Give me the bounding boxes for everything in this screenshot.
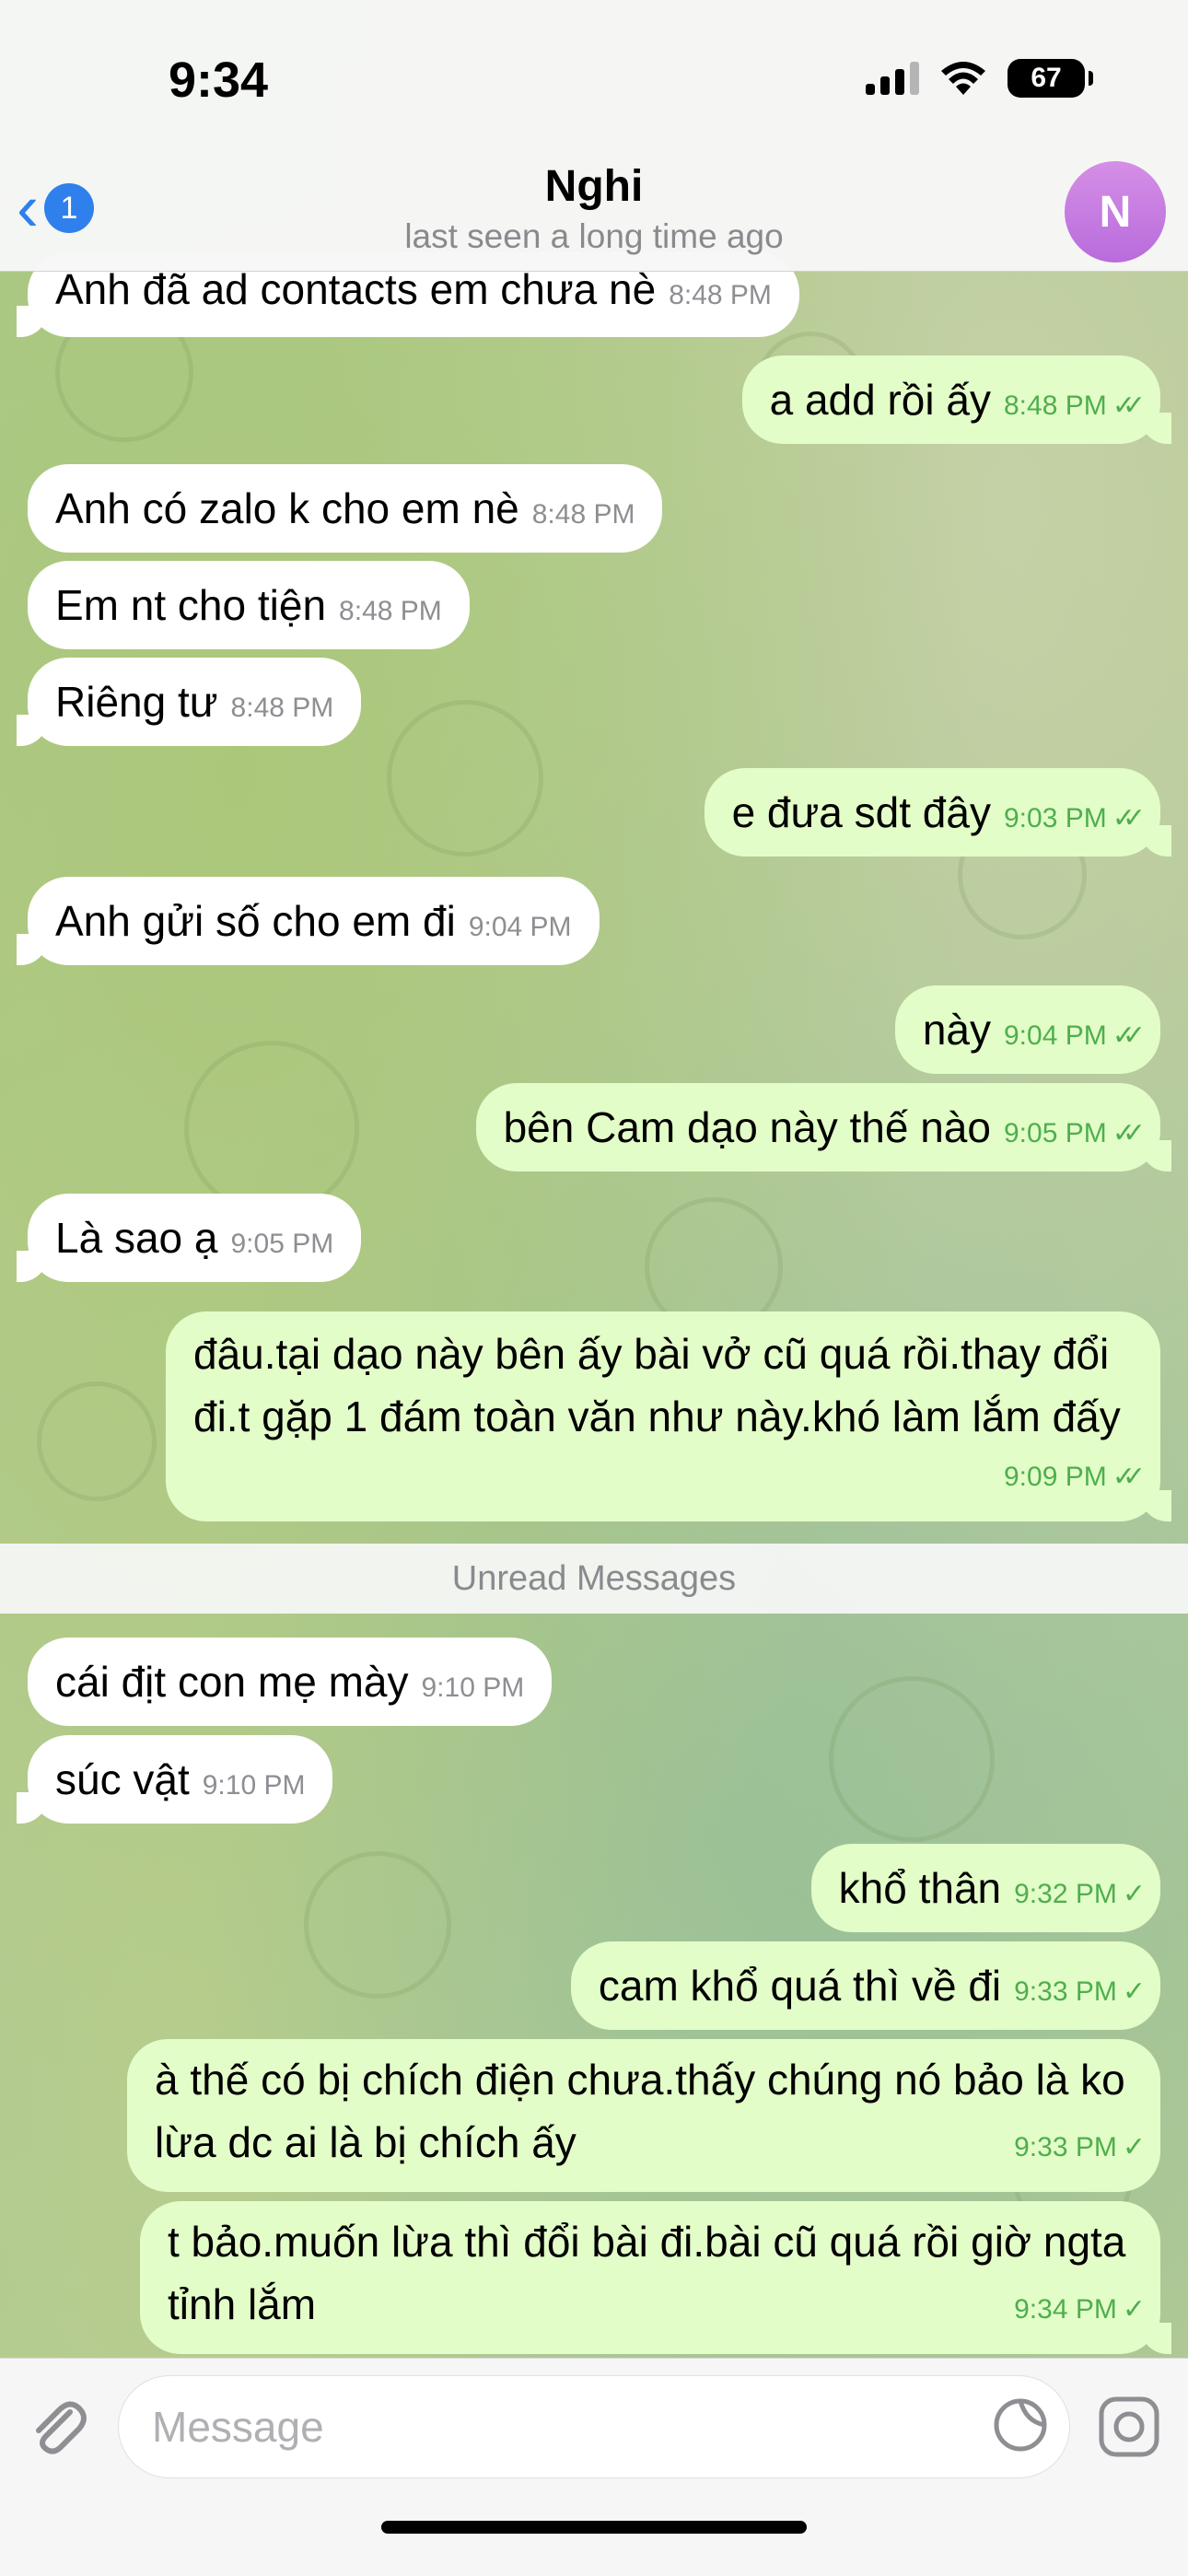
message-bubble-outgoing[interactable]: cam khổ quá thì về đi 9:33 PM ✓ — [570, 1941, 1160, 2030]
message-time: 9:34 PM — [1014, 2294, 1117, 2325]
message-meta: 9:34 PM ✓ — [1014, 2279, 1146, 2341]
message-bubble-incoming[interactable]: Là sao ạ 9:05 PM — [16, 1194, 362, 1282]
message-meta: 8:48 PM ✓✓ — [1003, 362, 1146, 450]
double-check-icon: ✓✓ — [1112, 803, 1146, 833]
message-text: cam khổ quá thì về đi — [598, 1962, 1002, 2010]
double-check-icon: ✓✓ — [1112, 1020, 1146, 1051]
message-text: a add rồi ấy — [769, 376, 991, 424]
double-check-icon: ✓✓ — [1112, 1462, 1146, 1492]
message-bubble-outgoing[interactable]: t bảo.muốn lừa thì đổi bài đi.bài cũ quá… — [140, 2201, 1171, 2354]
message-time: 9:10 PM — [421, 1673, 525, 1703]
message-bubble-incoming[interactable]: Riêng tư 8:48 PM — [16, 658, 362, 746]
single-check-icon: ✓ — [1122, 1879, 1146, 1909]
message-text: súc vật — [55, 1755, 190, 1803]
message-meta: 9:32 PM ✓ — [1014, 1850, 1146, 1939]
message-meta: 9:05 PM ✓✓ — [1003, 1090, 1146, 1178]
message-text: à thế có bị chích điện chưa.thấy chúng n… — [155, 2056, 1125, 2166]
message-text: bên Cam dạo này thế nào — [503, 1103, 991, 1151]
message-text: e đưa sdt đây — [731, 788, 991, 836]
message-text: cái địt con mẹ mày — [55, 1658, 409, 1706]
instagram-camera-icon[interactable] — [1098, 2395, 1160, 2458]
chat-header: 9:34 67 ‹ 1 Nghi last seen a long time a… — [0, 0, 1188, 272]
message-text: Em nt cho tiện — [55, 581, 327, 629]
message-time: 8:48 PM — [1003, 390, 1107, 421]
status-bar-icons: 67 — [866, 59, 1093, 98]
message-bubble-incoming[interactable]: súc vật 9:10 PM — [16, 1735, 333, 1824]
message-text: Riêng tư — [55, 678, 218, 726]
message-time: 8:48 PM — [531, 499, 635, 530]
message-bubble-outgoing[interactable]: đâu.tại dạo này bên ấy bài vở cũ quá rồi… — [166, 1311, 1171, 1521]
paperclip-icon[interactable] — [28, 2395, 87, 2460]
message-text: khổ thân — [838, 1864, 1002, 1912]
message-text: Anh có zalo k cho em nè — [55, 484, 519, 532]
cellular-signal-icon — [866, 62, 919, 95]
message-bubble-outgoing[interactable]: khổ thân 9:32 PM ✓ — [810, 1844, 1160, 1932]
message-meta: 9:33 PM ✓ — [1014, 1948, 1146, 2036]
single-check-icon: ✓ — [1122, 2132, 1146, 2162]
message-input-bar — [0, 2358, 1188, 2576]
contact-name[interactable]: Nghi — [0, 161, 1188, 212]
message-bubble-incoming[interactable]: Anh gửi số cho em đi 9:04 PM — [17, 877, 600, 965]
message-text: t bảo.muốn lừa thì đổi bài đi.bài cũ quá… — [168, 2218, 1126, 2328]
message-input[interactable] — [118, 2375, 1070, 2478]
battery-indicator: 67 — [1007, 59, 1093, 98]
message-text: đâu.tại dạo này bên ấy bài vở cũ quá rồi… — [193, 1330, 1121, 1440]
message-bubble-incoming[interactable]: Em nt cho tiện 8:48 PM — [28, 561, 470, 649]
message-time: 8:48 PM — [339, 596, 442, 626]
unread-messages-divider: Unread Messages — [0, 1544, 1188, 1614]
message-meta: 9:04 PM ✓✓ — [1003, 992, 1146, 1080]
message-meta: 9:33 PM ✓ — [1014, 2116, 1146, 2179]
message-bubble-outgoing[interactable]: này 9:04 PM ✓✓ — [894, 985, 1160, 1074]
message-bubble-outgoing[interactable]: à thế có bị chích điện chưa.thấy chúng n… — [127, 2039, 1160, 2192]
message-text: Anh gửi số cho em đi — [55, 897, 456, 945]
message-time: 9:33 PM — [1014, 2132, 1117, 2162]
message-bubble-incoming[interactable]: Anh có zalo k cho em nè 8:48 PM — [28, 464, 663, 553]
wifi-icon — [941, 62, 985, 95]
contact-last-seen: last seen a long time ago — [404, 217, 784, 255]
message-text: này — [922, 1006, 991, 1054]
message-time: 8:48 PM — [230, 693, 334, 723]
message-time: 9:04 PM — [468, 912, 572, 942]
message-time: 9:05 PM — [1003, 1118, 1107, 1148]
message-bubble-outgoing[interactable]: bên Cam dạo này thế nào 9:05 PM ✓✓ — [475, 1083, 1172, 1171]
contact-avatar[interactable]: N — [1065, 161, 1166, 262]
double-check-icon: ✓✓ — [1112, 390, 1146, 421]
message-time: 9:33 PM — [1014, 1976, 1117, 2007]
message-time: 9:09 PM — [1003, 1462, 1107, 1492]
message-bubble-outgoing[interactable]: e đưa sdt đây 9:03 PM ✓✓ — [704, 768, 1172, 857]
message-time: 9:03 PM — [1003, 803, 1107, 833]
message-bubble-incoming[interactable]: cái địt con mẹ mày 9:10 PM — [28, 1638, 553, 1726]
sticker-icon[interactable] — [993, 2397, 1048, 2453]
message-bubble-outgoing[interactable]: a add rồi ấy 8:48 PM ✓✓ — [741, 356, 1172, 444]
message-time: 9:32 PM — [1014, 1879, 1117, 1909]
message-time: 9:10 PM — [202, 1770, 306, 1801]
message-text: Là sao ạ — [55, 1214, 218, 1262]
status-bar-time: 9:34 — [169, 52, 269, 108]
home-indicator — [381, 2521, 807, 2534]
message-meta: 9:09 PM ✓✓ — [1003, 1446, 1146, 1509]
message-time: 9:05 PM — [230, 1229, 334, 1259]
message-time: 9:04 PM — [1003, 1020, 1107, 1051]
double-check-icon: ✓✓ — [1112, 1118, 1146, 1148]
single-check-icon: ✓ — [1122, 2294, 1146, 2325]
message-text: Anh đã ad contacts em chưa nè — [55, 265, 657, 313]
message-meta: 9:03 PM ✓✓ — [1003, 775, 1146, 863]
single-check-icon: ✓ — [1122, 1976, 1146, 2007]
